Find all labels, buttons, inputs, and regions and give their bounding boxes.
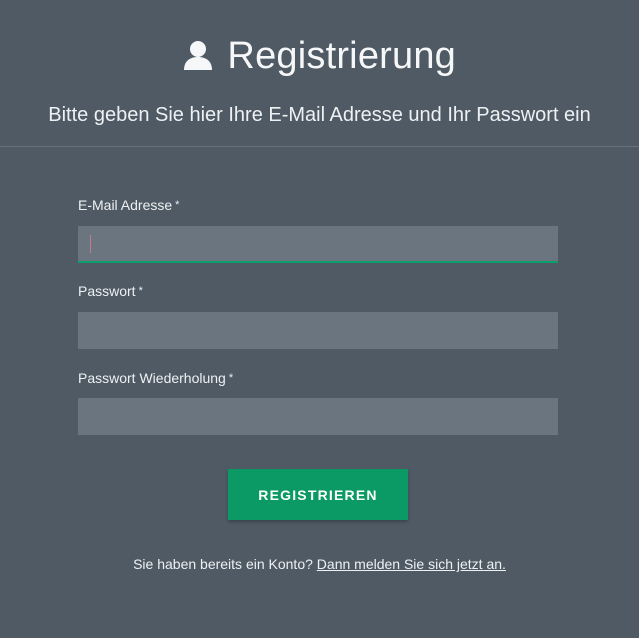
required-marker: * [175, 199, 180, 211]
password-repeat-label-text: Passwort Wiederholung [78, 370, 226, 386]
password-label: Passwort * [78, 282, 143, 300]
password-field[interactable] [78, 312, 558, 349]
login-link[interactable]: Dann melden Sie sich jetzt an. [317, 556, 506, 572]
required-marker: * [138, 285, 143, 297]
password-repeat-field[interactable] [78, 398, 558, 435]
password-repeat-label: Passwort Wiederholung * [78, 369, 233, 387]
user-icon [183, 39, 213, 76]
email-label: E-Mail Adresse * [78, 196, 179, 214]
required-marker: * [228, 372, 234, 384]
page-subtitle: Bitte geben Sie hier Ihre E-Mail Adresse… [48, 104, 591, 126]
password-label-text: Passwort [78, 283, 136, 299]
email-label-text: E-Mail Adresse [78, 197, 173, 213]
register-button[interactable]: REGISTRIEREN [228, 469, 408, 520]
text-caret [90, 235, 91, 253]
login-prompt-text: Sie haben bereits ein Konto? [133, 556, 313, 572]
title-row: Registrierung [0, 34, 639, 78]
page-header: Registrierung Bitte geben Sie hier Ihre … [0, 0, 639, 147]
email-field[interactable] [78, 226, 558, 263]
page-title: Registrierung [227, 35, 457, 77]
login-prompt: Sie haben bereits ein Konto? Dann melden… [0, 555, 639, 573]
